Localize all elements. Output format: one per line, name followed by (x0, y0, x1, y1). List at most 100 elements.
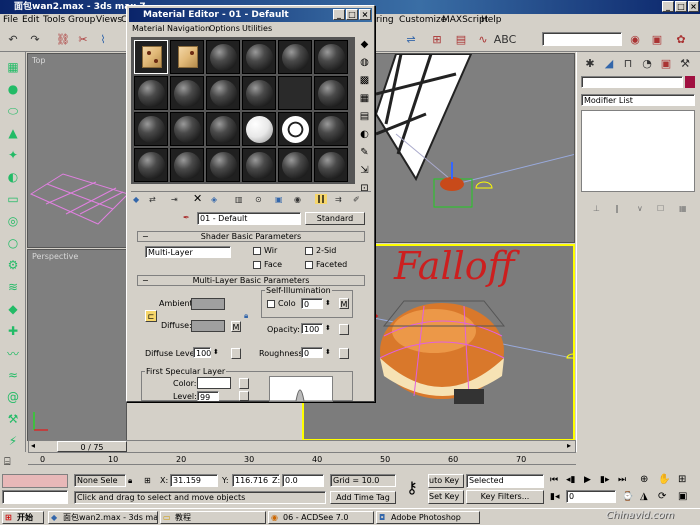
sample-type-icon[interactable]: ◆ (357, 37, 372, 52)
modify-tab-icon[interactable]: ◢ (600, 54, 618, 72)
sample-slot[interactable] (206, 112, 240, 146)
wrench-icon[interactable]: ⚒ (4, 410, 22, 428)
object-color-swatch[interactable] (685, 76, 695, 88)
ambient-color-swatch[interactable] (191, 298, 225, 310)
link-icon[interactable]: ⛓ (54, 30, 72, 48)
sample-slot[interactable] (242, 40, 276, 74)
sample-slot[interactable] (242, 148, 276, 182)
sample-slot[interactable] (278, 148, 312, 182)
sample-slot[interactable] (134, 40, 168, 74)
track-view-icon[interactable]: ⌸ (4, 455, 24, 469)
motion-tab-icon[interactable]: ◔ (638, 54, 656, 72)
put-to-library-icon[interactable]: ▥ (235, 195, 243, 205)
sample-slot[interactable] (134, 76, 168, 110)
opacity-spinner[interactable]: ⬍ (325, 323, 331, 333)
teapot-icon[interactable]: ◐ (4, 168, 22, 186)
play-icon[interactable]: ▶ (584, 475, 591, 485)
hierarchy-tab-icon[interactable]: ⊓ (619, 54, 637, 72)
make-preview-icon[interactable]: ◐ (357, 127, 372, 142)
menu-file[interactable]: File (3, 14, 18, 26)
material-effects-channel-icon[interactable]: ⊙ (255, 195, 262, 205)
wire-checkbox[interactable] (253, 247, 261, 255)
opacity-field[interactable]: 100 (301, 323, 323, 334)
me-menu-material[interactable]: Material (132, 23, 165, 35)
go-to-parent-icon[interactable]: ‖‖ (315, 194, 327, 204)
add-time-tag-button[interactable]: Add Time Tag (330, 491, 396, 504)
specular-color-swatch[interactable] (197, 377, 231, 389)
maximize-button[interactable]: □ (675, 1, 687, 12)
gear-icon[interactable]: ⚙ (4, 256, 22, 274)
sample-slot[interactable] (170, 148, 204, 182)
absolute-mode-icon[interactable]: ⊞ (144, 476, 151, 486)
lightning-icon[interactable]: ⚡ (4, 432, 22, 450)
diffuse-level-field[interactable]: 100 (193, 347, 211, 358)
next-frame-icon[interactable]: ▮▸ (600, 475, 609, 485)
sample-slot[interactable] (314, 40, 348, 74)
fov-icon[interactable]: ◮ (640, 492, 648, 502)
roughness-field[interactable]: 0 (301, 347, 323, 358)
set-key-button[interactable]: Set Key (428, 490, 464, 504)
assign-material-icon[interactable]: ⇥ (171, 195, 178, 205)
layer-icon[interactable]: ▤ (452, 30, 470, 48)
star-icon[interactable]: ✦ (4, 146, 22, 164)
cylinder-icon[interactable]: ⬭ (4, 102, 22, 120)
zoom-icon[interactable]: ⊕ (640, 475, 648, 485)
make-copy-icon[interactable]: ◈ (211, 195, 217, 205)
lock-selection-icon[interactable]: 🔒︎ (128, 476, 132, 486)
two-sided-checkbox[interactable] (305, 247, 313, 255)
roughness-map-button[interactable] (339, 348, 349, 359)
create-tab-icon[interactable]: ✱ (581, 54, 599, 72)
undo-icon[interactable]: ↶ (4, 30, 22, 48)
key-mode-dropdown[interactable]: Selected (466, 474, 544, 488)
eyedropper-icon[interactable]: ✒ (183, 213, 190, 223)
remove-modifier-icon[interactable]: ☐ (657, 204, 664, 214)
sample-slot[interactable] (170, 40, 204, 74)
ripple-icon[interactable]: ≈ (4, 366, 22, 384)
wave-icon[interactable]: 〰 (4, 344, 22, 362)
uv-tiling-icon[interactable]: ▦ (357, 91, 372, 106)
opacity-map-button[interactable] (339, 324, 349, 335)
align-icon[interactable]: ⊞ (428, 30, 446, 48)
trackbar[interactable]: 0 10 20 30 40 50 60 70 (28, 455, 576, 471)
sample-slot[interactable] (314, 76, 348, 110)
time-prev-arrow-icon[interactable]: ◂ (31, 441, 35, 451)
material-type-button[interactable]: Standard (305, 212, 365, 225)
sample-slot[interactable] (134, 112, 168, 146)
menu-rendering[interactable]: ring (376, 14, 394, 26)
time-slider-thumb[interactable]: 0 / 75 (57, 441, 127, 452)
multilayer-rollout-header[interactable]: − Multi-Layer Basic Parameters (137, 275, 365, 286)
viewport-top[interactable]: Top (27, 53, 127, 248)
specular-level-field[interactable]: 99 (197, 391, 219, 402)
show-map-icon[interactable]: ▣ (275, 195, 283, 205)
put-to-scene-icon[interactable]: ⇄ (149, 195, 156, 205)
sample-slot[interactable] (278, 40, 312, 74)
face-map-checkbox[interactable] (253, 261, 261, 269)
background-icon[interactable]: ▩ (357, 73, 372, 88)
maxscript-input-mini[interactable] (2, 490, 68, 504)
me-close-button[interactable]: × (359, 9, 371, 20)
lock-ambient-diffuse-icon[interactable]: ⊏ (145, 310, 157, 322)
render-scene-icon[interactable]: ▣ (648, 30, 666, 48)
pick-material-icon[interactable]: ✐ (353, 195, 360, 205)
time-next-arrow-icon[interactable]: ▸ (567, 441, 571, 451)
schematic-icon[interactable]: ABC (494, 30, 517, 48)
me-menu-navigation[interactable]: Navigation (167, 23, 210, 35)
diffuse-level-spinner[interactable]: ⬍ (213, 347, 219, 357)
me-maximize-button[interactable]: □ (346, 9, 358, 20)
sample-slot[interactable] (314, 148, 348, 182)
sample-slot[interactable] (278, 112, 312, 146)
self-illum-color-checkbox[interactable] (267, 300, 275, 308)
curve-editor-icon[interactable]: ∿ (474, 30, 492, 48)
self-illum-map-button[interactable]: M (339, 298, 349, 309)
sample-slot[interactable] (206, 76, 240, 110)
show-end-result-me-icon[interactable]: ◉ (294, 195, 301, 205)
menu-tools[interactable]: Tools (43, 14, 65, 26)
sample-slot[interactable] (314, 112, 348, 146)
sample-slot[interactable] (242, 76, 276, 110)
diffuse-color-swatch[interactable] (191, 320, 225, 332)
specular-color-map-button[interactable] (239, 378, 249, 389)
maximize-viewport-icon[interactable]: ▣ (678, 492, 687, 502)
spiral-icon[interactable]: @ (4, 388, 22, 406)
cone-icon[interactable]: ▲ (4, 124, 22, 142)
previous-frame-icon[interactable]: ◂▮ (566, 475, 575, 485)
